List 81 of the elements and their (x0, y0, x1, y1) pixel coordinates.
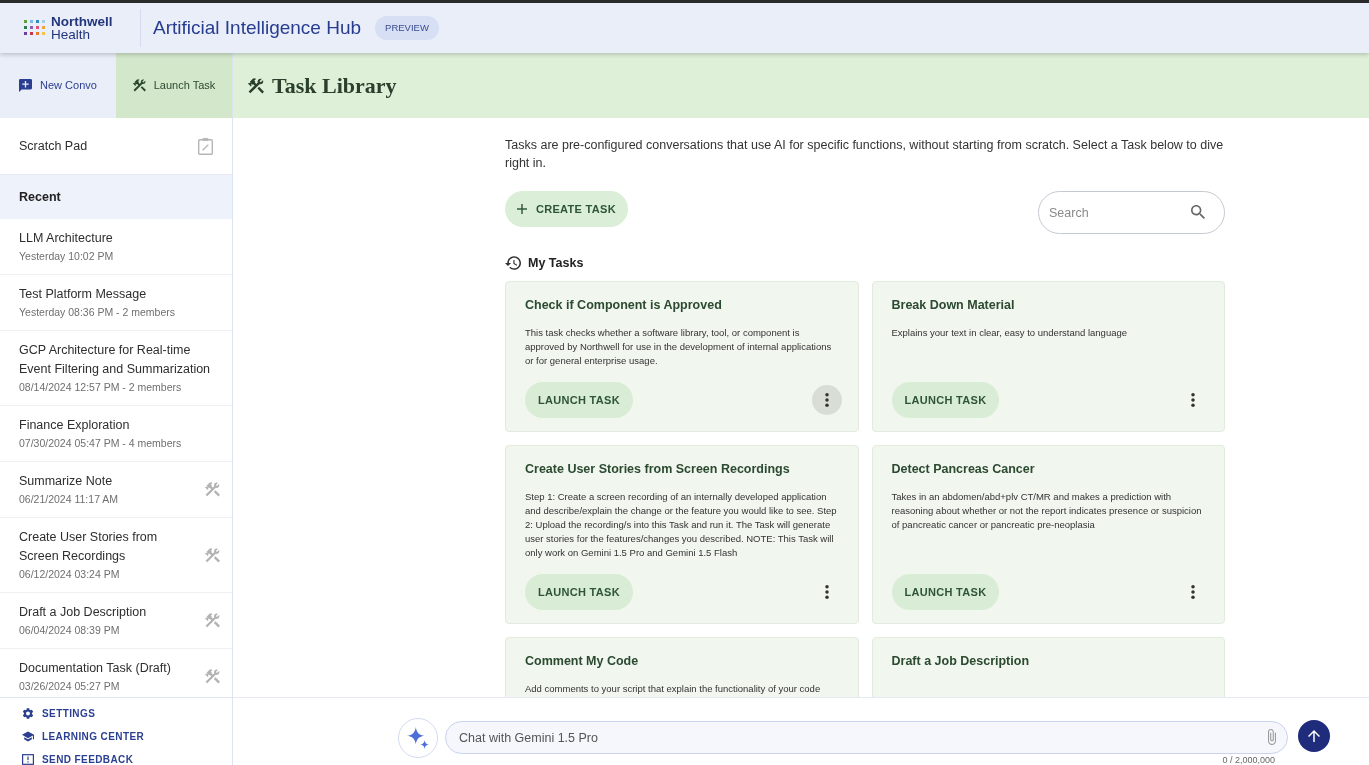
arrow-up-icon (1308, 730, 1320, 742)
conversation-title: Draft a Job Description (19, 604, 148, 621)
card-description: Step 1: Create a screen recording of an internally developed application and describe/explain the change or the feature you would like to see. Step 2: Upload the recording/s into this Task and run it. The Task will generate user stories for the features/changes you described. NOTE: This Task will only work on Gemini 1.5 Pro and Gemini 1.5 Flash (525, 489, 838, 560)
card-title: Check if Component is Approved (525, 296, 723, 314)
intro-text: Tasks are pre-configured conversations that use AI for specific functions, without starting from scratch. Select a Task below to dive right in. (505, 137, 1225, 172)
search-icon[interactable] (1191, 205, 1205, 219)
search-field[interactable]: Search (1038, 191, 1225, 234)
chat-plus-icon (19, 79, 33, 92)
send-button[interactable] (1298, 720, 1330, 752)
paperclip-icon[interactable] (1268, 729, 1276, 745)
history-icon (505, 256, 521, 271)
sidebar-link[interactable]: SEND FEEDBACK (22, 754, 134, 765)
settings-icon (22, 708, 34, 719)
conversation-item[interactable]: Create User Stories from Screen Recordings 06/12/2024 03:24 PM (0, 518, 232, 593)
card-description: Explains your text in clear, easy to understand language (891, 325, 1129, 340)
launch-task-button[interactable]: LAUNCH TASK (891, 381, 1000, 418)
kebab-icon (1191, 584, 1195, 599)
gemini-button[interactable] (398, 718, 438, 758)
tools-icon (205, 482, 220, 497)
sidebar-tab[interactable]: New Convo (0, 53, 116, 118)
conversation-item[interactable]: Documentation Task (Draft) 03/26/2024 05:27 PM (0, 649, 232, 697)
card-title: Detect Pancreas Cancer (891, 460, 1036, 478)
tools-icon (205, 669, 220, 684)
conversation-item[interactable]: LLM Architecture Yesterday 10:02 PM (0, 219, 232, 275)
card-description: This task checks whether a software library, tool, or component is approved by Northwell for use in the development of internal applications or for general enterprise usage. (525, 325, 833, 368)
clipboard-pencil-icon[interactable] (198, 137, 213, 155)
kebab-icon (824, 392, 829, 407)
feedback-icon (22, 754, 34, 765)
conversation-time: 08/14/2024 12:57 PM - 2 members (19, 380, 183, 395)
conversation-time: 03/26/2024 05:27 PM (19, 679, 121, 694)
card-title: Draft a Job Description (891, 652, 1031, 670)
card-description: Takes in an abdomen/abd+plv CT/MR and makes a prediction with reasoning about whether or not the report indicates presence or suspicion of pancreatic cancer or pancreatic pre-neoplasia (891, 489, 1203, 532)
launch-task-button[interactable]: LAUNCH TASK (525, 573, 633, 610)
graduation-cap-icon (22, 731, 34, 742)
create-task-button[interactable]: CREATE TASK (505, 191, 628, 227)
conversation-item[interactable]: Summarize Note 06/21/2024 11:17 AM (0, 462, 232, 518)
conversation-title: Documentation Task (Draft) (19, 660, 172, 677)
card-title: Create User Stories from Screen Recordings (525, 460, 791, 478)
conversation-time: 07/30/2024 05:47 PM - 4 members (19, 436, 183, 451)
sidebar-link[interactable]: SETTINGS (22, 708, 96, 719)
conversation-title: Summarize Note (19, 473, 114, 490)
conversation-item[interactable]: Test Platform Message Yesterday 08:36 PM - 2 members (0, 275, 232, 331)
chat-input-field[interactable]: Chat with Gemini 1.5 Pro (445, 721, 1288, 754)
conversation-title: Test Platform Message (19, 286, 148, 303)
conversation-title: Create User Stories from Screen Recordings (19, 529, 159, 565)
tools-icon (205, 547, 220, 563)
launch-task-button[interactable]: LAUNCH TASK (891, 573, 1000, 610)
conversation-time: Yesterday 10:02 PM (19, 249, 115, 264)
tools-icon (248, 77, 264, 94)
conversation-time: 06/21/2024 11:17 AM (19, 492, 120, 507)
conversation-item[interactable]: Finance Exploration 07/30/2024 05:47 PM - 4 members (0, 406, 232, 462)
page-title: Task Library (272, 72, 397, 100)
card-title: Break Down Material (891, 296, 1016, 314)
logo-text: Northwell (51, 15, 113, 28)
conversation-item[interactable]: Draft a Job Description 06/04/2024 08:39 PM (0, 593, 232, 649)
kebab-icon (824, 584, 829, 599)
conversation-time: Yesterday 08:36 PM - 2 members (19, 305, 177, 320)
card-description: Add comments to your script that explain the functionality of your code (525, 681, 822, 696)
conversation-title: Finance Exploration (19, 417, 131, 434)
more-options-button[interactable] (811, 384, 842, 415)
sidebar-link[interactable]: LEARNING CENTER (22, 731, 145, 742)
section-heading: Recent (0, 175, 232, 219)
sparkle-icon (407, 727, 429, 749)
conversation-time: 06/12/2024 03:24 PM (19, 567, 121, 582)
conversation-time: 06/04/2024 08:39 PM (19, 623, 121, 638)
preview-badge: PREVIEW (375, 16, 439, 40)
section-heading: My Tasks (528, 255, 584, 272)
kebab-icon (1191, 392, 1195, 407)
launch-task-button[interactable]: LAUNCH TASK (525, 381, 633, 418)
logo-icon (24, 20, 46, 36)
tools-icon (205, 613, 220, 628)
sidebar-tab[interactable]: Launch Task (116, 53, 232, 118)
card-title: Comment My Code (525, 652, 640, 670)
logo-text: Health (51, 28, 92, 41)
conversation-title: GCP Architecture for Real-time Event Filtering and Summarization (19, 342, 212, 378)
conversation-title: LLM Architecture (19, 230, 114, 247)
conversation-item[interactable]: GCP Architecture for Real-time Event Filtering and Summarization 08/14/2024 12:57 PM - 2 members (0, 331, 232, 406)
plus-icon (517, 204, 527, 214)
tools-icon (132, 79, 146, 92)
character-counter: 0 / 2,000,000 (1222, 756, 1275, 765)
app-title: Artificial Intelligence Hub (153, 15, 362, 40)
